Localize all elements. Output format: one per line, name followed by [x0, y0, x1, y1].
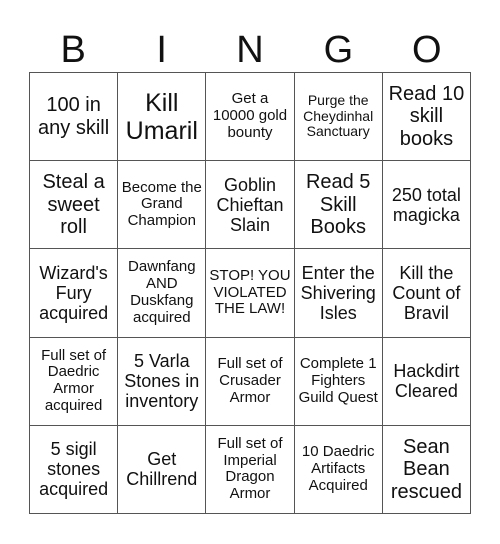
cell-text: Purge the Cheydinhal Sanctuary [303, 92, 374, 140]
cell-text: Dawnfang AND Duskfang acquired [128, 258, 196, 326]
bingo-cell[interactable]: 10 Daedric Artifacts Acquired [294, 425, 383, 514]
bingo-cell[interactable]: Sean Bean rescued [382, 425, 471, 514]
bingo-header: B I N G O [29, 28, 471, 72]
cell-text: Hackdirt Cleared [393, 361, 460, 402]
cell-text: Steal a sweet roll [42, 171, 105, 238]
header-letter-g: G [323, 29, 354, 71]
bingo-cell[interactable]: Hackdirt Cleared [382, 337, 471, 426]
bingo-cell[interactable]: Steal a sweet roll [30, 161, 119, 250]
bingo-cell[interactable]: Kill the Count of Bravil [382, 249, 471, 338]
bingo-grid: 100 in any skill Kill Umaril Get a 10000… [29, 72, 471, 514]
bingo-cell[interactable]: 100 in any skill [30, 73, 119, 162]
cell-text: Goblin Chieftan Slain [216, 174, 284, 235]
cell-text: Full set of Imperial Dragon Armor [217, 434, 283, 503]
cell-text: 5 Varla Stones in inventory [124, 350, 200, 412]
cell-text: Wizard's Fury acquired [39, 262, 109, 324]
bingo-cell[interactable]: Get a 10000 gold bounty [206, 73, 295, 162]
bingo-cell[interactable]: Goblin Chieftan Slain [206, 161, 295, 250]
bingo-cell[interactable]: Purge the Cheydinhal Sanctuary [294, 73, 383, 162]
cell-text: 5 sigil stones acquired [39, 439, 109, 500]
bingo-cell[interactable]: Full set of Imperial Dragon Armor [206, 425, 295, 514]
bingo-cell[interactable]: 5 sigil stones acquired [30, 425, 119, 514]
cell-text: Kill the Count of Bravil [392, 262, 461, 324]
cell-text: 250 total magicka [391, 184, 461, 225]
bingo-cell[interactable]: Kill Umaril [118, 73, 207, 162]
cell-text: STOP! YOU VIOLATED THE LAW! [209, 266, 291, 318]
cell-text: 100 in any skill [38, 94, 110, 139]
bingo-cell[interactable]: Become the Grand Champion [118, 161, 207, 250]
bingo-cell[interactable]: 5 Varla Stones in inventory [118, 337, 207, 426]
bingo-cell[interactable]: Read 5 Skill Books [294, 161, 383, 250]
bingo-cell[interactable]: Read 10 skill books [382, 73, 471, 162]
header-letter-n: N [236, 29, 264, 71]
cell-text: Read 10 skill books [388, 83, 465, 150]
cell-text: Full set of Daedric Armor acquired [41, 346, 107, 414]
bingo-cell[interactable]: Full set of Crusader Armor [206, 337, 295, 426]
cell-text: Full set of Crusader Armor [217, 355, 283, 406]
header-letter-o: O [412, 29, 442, 71]
cell-text: Get a 10000 gold bounty [212, 90, 288, 141]
bingo-cell[interactable]: Full set of Daedric Armor acquired [30, 337, 119, 426]
header-letter-i: I [156, 29, 167, 71]
cell-text: Get Chillrend [126, 449, 198, 490]
bingo-cell[interactable]: Wizard's Fury acquired [30, 249, 119, 338]
cell-text: Sean Bean rescued [390, 435, 462, 503]
cell-text: Become the Grand Champion [121, 178, 202, 230]
bingo-cell[interactable]: Dawnfang AND Duskfang acquired [118, 249, 207, 338]
bingo-cell[interactable]: Enter the Shivering Isles [294, 249, 383, 338]
cell-text: 10 Daedric Artifacts Acquired [301, 443, 375, 494]
bingo-cell free-space[interactable]: STOP! YOU VIOLATED THE LAW! [206, 249, 295, 338]
cell-text: Read 5 Skill Books [305, 171, 371, 238]
cell-text: Kill Umaril [125, 88, 198, 145]
bingo-cell[interactable]: 250 total magicka [382, 161, 471, 250]
header-letter-b: B [60, 29, 86, 71]
cell-text: Complete 1 Fighters Guild Quest [298, 355, 378, 406]
cell-text: Enter the Shivering Isles [300, 262, 376, 324]
bingo-cell[interactable]: Get Chillrend [118, 425, 207, 514]
bingo-cell[interactable]: Complete 1 Fighters Guild Quest [294, 337, 383, 426]
